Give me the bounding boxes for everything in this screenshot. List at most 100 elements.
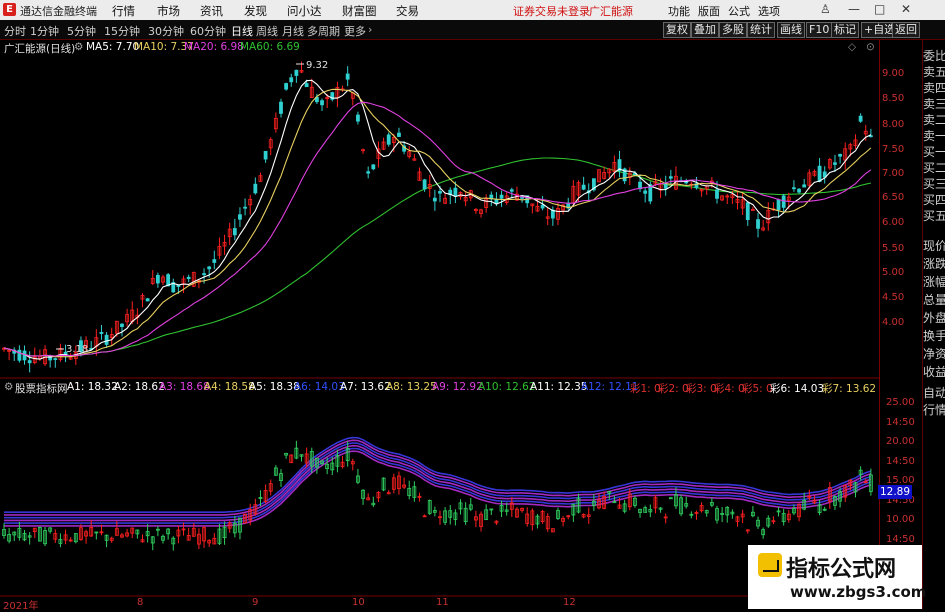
x-axis-label: 12 [563,597,576,608]
candlestick [155,274,160,284]
candlestick [320,100,324,106]
axis-tick: 8.00 [882,119,905,130]
axis-tick: 10.00 [886,514,915,525]
candlestick [104,334,109,345]
candlestick [581,184,586,190]
axis-tick: 5.00 [882,267,905,278]
candlestick [715,189,719,199]
candlestick [345,73,350,80]
watermark-logo: 指标公式网 www.zbgs3.com [748,545,926,609]
axis-tick: 14:50 [886,534,915,545]
candlestick [186,276,191,280]
candlestick [745,202,750,220]
candlestick [207,266,212,270]
candlestick [294,69,299,76]
panel-item[interactable]: 买三 [923,176,945,192]
candlestick [817,165,822,182]
candlestick [366,171,371,174]
panel-item[interactable]: 外盘 [923,310,945,326]
candlestick [792,187,796,190]
low-price-label: 3.18 [66,344,88,355]
candlestick [453,187,458,197]
x-axis-label: 10 [352,597,365,608]
axis-tick: 6.00 [882,217,905,228]
candlestick [499,194,504,199]
panel-item[interactable]: 卖二 [923,112,945,128]
candlestick [509,189,514,192]
panel-item[interactable]: 委比 [923,48,945,64]
axis-tick: 14:50 [886,417,915,428]
candlestick [17,349,22,361]
panel-item[interactable]: 卖四 [923,80,945,96]
candlestick [202,273,206,276]
x-axis-label: 9 [252,597,259,608]
panel-item[interactable]: 买一 [923,144,945,160]
auto-item[interactable]: 自动 [923,385,945,401]
chart-canvas[interactable]: 9.32 3.18 [0,0,880,609]
watermark-title: 指标公式网 [786,557,897,582]
candlestick [838,154,842,157]
candlestick [356,114,360,122]
axis-tick: 9.00 [882,68,905,79]
candlestick [371,164,376,170]
candlestick [422,179,427,190]
candlestick [668,176,673,179]
panel-item[interactable]: 现价 [923,238,945,254]
x-axis-label: 8 [137,597,144,608]
candlestick [386,134,391,145]
candlestick [540,204,545,209]
panel-item[interactable]: 换手 [923,328,945,344]
candlestick [781,195,786,208]
candlestick [176,285,181,287]
panel-item[interactable]: 买五 [923,208,945,224]
ma60-line [3,157,872,357]
x-axis-label: 2021年 [3,601,39,612]
candlestick [284,83,289,90]
candlestick [145,298,150,302]
quote-item[interactable]: 行情 [923,402,945,418]
candlestick [53,358,58,360]
axis-tick: 7.50 [882,144,905,155]
candlestick [232,228,237,236]
candlestick [253,183,258,194]
candlestick [797,188,801,193]
axis-tick: 6.50 [882,192,905,203]
candlestick [238,214,242,220]
panel-item[interactable]: 卖五 [923,64,945,80]
candlestick [99,331,104,334]
close-icon[interactable]: ✕ [901,2,911,16]
back-button[interactable]: 返回 [892,22,920,38]
axis-tick: 5.50 [882,243,905,254]
high-price-label: 9.32 [306,60,328,71]
candlestick [279,101,283,114]
candlestick [243,206,247,209]
axis-tick: 7.00 [882,168,905,179]
panel-item[interactable]: 买四 [923,192,945,208]
x-axis-label: 11 [436,597,449,608]
axis-tick: 25.00 [886,397,915,408]
axis-tick: 20.00 [886,436,915,447]
panel-item[interactable]: 买二 [923,160,945,176]
panel-item[interactable]: 总量 [923,292,945,308]
quote-side-panel: 委比 卖五 卖四 卖三 卖二 卖一 买一 买二 买三 买四 买五 现价 涨跌 涨… [922,40,945,609]
panel-item[interactable]: 涨跌 [923,256,945,272]
panel-item[interactable]: 卖一 [923,128,945,144]
axis-tick: 8.50 [882,93,905,104]
watermark-url: www.zbgs3.com [790,583,927,601]
panel-item[interactable]: 收益 [923,364,945,380]
candlestick [397,132,401,137]
candlestick [212,259,217,263]
candlestick [438,191,442,194]
candlestick [858,115,863,122]
candlestick [120,323,124,327]
axis-tick: 4.50 [882,292,905,303]
candlestick [756,219,760,229]
axis-tick: 14:50 [886,456,915,467]
panel-item[interactable]: 涨幅 [923,274,945,290]
candlestick [550,209,555,219]
panel-item[interactable]: 卖三 [923,96,945,112]
candlestick [663,183,668,189]
panel-item[interactable]: 净资 [923,346,945,362]
last-value-tag: 12.89 [878,485,912,499]
axis-tick: 4.00 [882,317,905,328]
